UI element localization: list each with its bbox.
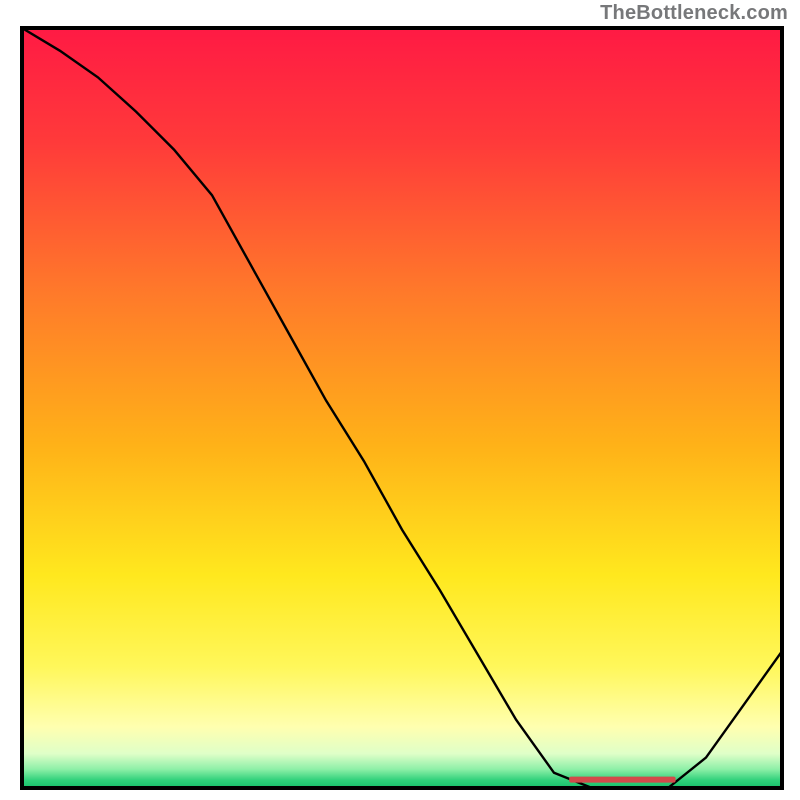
bottleneck-chart	[0, 0, 800, 800]
optimal-marker	[569, 777, 675, 783]
chart-container: TheBottleneck.com	[0, 0, 800, 800]
plot-background	[22, 28, 782, 788]
